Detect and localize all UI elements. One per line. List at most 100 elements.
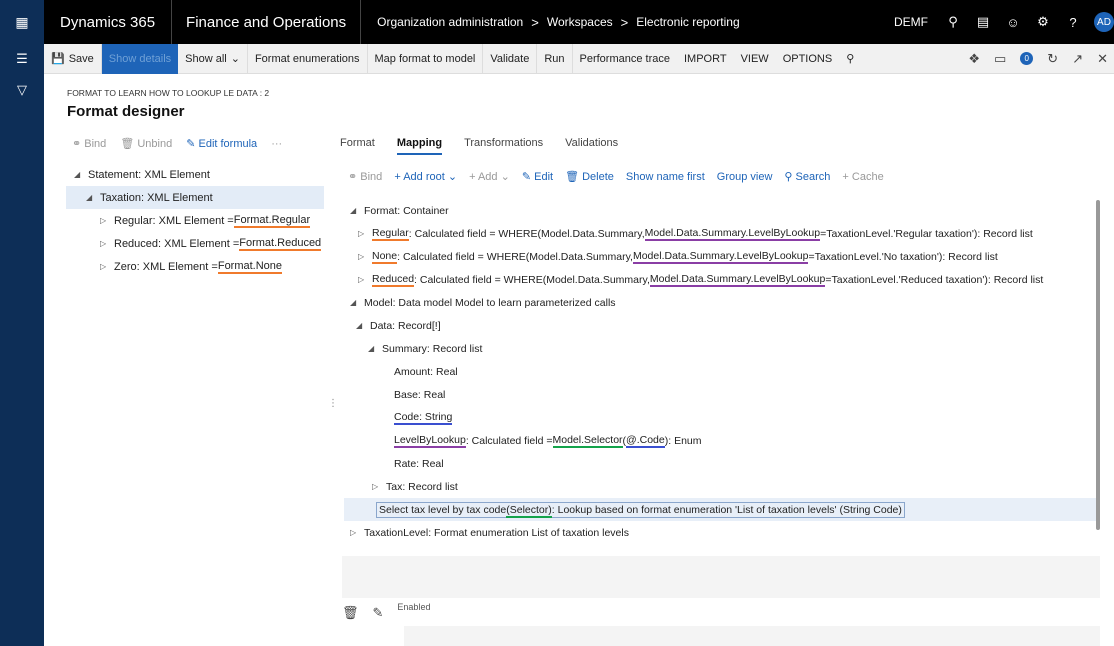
tree-node-rate[interactable]: Rate: Real <box>344 452 1100 475</box>
format-enumerations-button[interactable]: Format enumerations <box>248 43 368 74</box>
show-details-button[interactable]: Show details <box>101 43 179 74</box>
waffle-icon: ▦ <box>15 13 29 30</box>
refresh-icon[interactable]: ↻ <box>1047 51 1058 67</box>
expanded-triangle-icon[interactable]: ◢ <box>350 298 364 307</box>
popout-icon[interactable]: ↗ <box>1072 51 1083 67</box>
collapsed-triangle-icon[interactable]: ▷ <box>358 229 372 238</box>
expanded-triangle-icon[interactable]: ◢ <box>368 344 382 353</box>
breadcrumb-item[interactable]: Workspaces <box>547 15 613 29</box>
view-tab[interactable]: VIEW <box>734 44 776 74</box>
action-search-icon[interactable]: ⚲ <box>839 44 861 74</box>
save-button[interactable]: 💾 Save <box>44 43 102 74</box>
performance-trace-button[interactable]: Performance trace <box>573 44 677 74</box>
add-root-label: Add root <box>403 171 445 183</box>
cache-button[interactable]: + Cache <box>842 171 883 183</box>
collapsed-triangle-icon[interactable]: ▷ <box>100 216 114 225</box>
tree-node-label: =TaxationLevel.'Regular taxation'): Reco… <box>820 227 1033 240</box>
tree-node-taxationlevel[interactable]: ▷ TaxationLevel: Format enumeration List… <box>344 521 1100 544</box>
brand-title[interactable]: Dynamics 365 <box>44 0 173 44</box>
tree-node-tax[interactable]: ▷ Tax: Record list <box>344 475 1100 498</box>
add-root-button[interactable]: + Add root ⌄ <box>394 170 457 183</box>
collapsed-triangle-icon[interactable]: ▷ <box>350 528 364 537</box>
map-bind-button[interactable]: ⚭ Bind <box>348 170 382 183</box>
tree-node-statement[interactable]: ◢ Statement: XML Element <box>66 163 324 186</box>
collapsed-triangle-icon[interactable]: ▷ <box>358 275 372 284</box>
tree-node-label: : Lookup based on format enumeration 'Li… <box>551 503 902 516</box>
diamond-icon[interactable]: ❖ <box>968 51 980 67</box>
add-button[interactable]: + Add ⌄ <box>469 170 510 183</box>
bind-button[interactable]: ⚭ Bind <box>72 137 106 150</box>
tree-node-none-calc[interactable]: ▷ None: Calculated field = WHERE(Model.D… <box>344 245 1100 268</box>
tree-node-regular[interactable]: ▷ Regular: XML Element = Format.Regular <box>66 209 324 232</box>
delete-button[interactable]: 🗑 Delete <box>565 170 614 183</box>
tree-node-regular-calc[interactable]: ▷ Regular: Calculated field = WHERE(Mode… <box>344 222 1100 245</box>
options-tab[interactable]: OPTIONS <box>776 44 840 74</box>
close-icon[interactable]: ✕ <box>1097 51 1108 67</box>
breadcrumb-item[interactable]: Electronic reporting <box>636 15 739 29</box>
tab-transformations[interactable]: Transformations <box>464 137 543 155</box>
smiley-icon[interactable]: ☺ <box>998 15 1028 30</box>
app-title[interactable]: Finance and Operations <box>172 0 362 44</box>
trash-icon[interactable]: 🗑 <box>342 605 359 621</box>
tab-mapping[interactable]: Mapping <box>396 137 443 155</box>
app-launcher-button[interactable]: ▦ <box>0 0 44 44</box>
help-icon[interactable]: ? <box>1058 15 1088 30</box>
notification-badge[interactable]: 0 <box>1020 52 1034 65</box>
tree-node-data[interactable]: ◢ Data: Record[!] <box>344 314 1100 337</box>
tree-node-selector[interactable]: Select tax level by tax code(Selector): … <box>344 498 1100 521</box>
avatar[interactable]: AD <box>1094 12 1114 32</box>
office-icon[interactable]: ▭ <box>994 51 1006 67</box>
validate-button[interactable]: Validate <box>483 43 538 74</box>
tree-node-format[interactable]: ◢ Format: Container <box>344 199 1100 222</box>
tab-format[interactable]: Format <box>340 137 375 155</box>
tree-node-code[interactable]: Code: String <box>344 406 1100 429</box>
tree-node-label: Summary: Record list <box>382 342 483 355</box>
run-button[interactable]: Run <box>537 43 573 74</box>
unbind-button[interactable]: 🗑 Unbind <box>120 137 172 150</box>
tree-node-amount[interactable]: Amount: Real <box>344 360 1100 383</box>
chevron-down-icon: ⌄ <box>500 171 510 183</box>
edit-formula-button[interactable]: ✎ Edit formula <box>186 137 257 150</box>
pane-splitter[interactable]: ⋮ <box>328 398 338 409</box>
import-tab[interactable]: IMPORT <box>677 44 734 74</box>
save-label: Save <box>68 52 94 65</box>
tree-node-zero[interactable]: ▷ Zero: XML Element = Format.None <box>66 255 324 278</box>
vertical-scrollbar[interactable] <box>1096 200 1100 530</box>
collapsed-triangle-icon[interactable]: ▷ <box>100 262 114 271</box>
datasource-name: None <box>372 249 398 264</box>
more-button[interactable]: ··· <box>271 138 282 150</box>
pencil-icon[interactable]: ✎ <box>373 605 384 621</box>
tree-node-reduced-calc[interactable]: ▷ Reduced: Calculated field = WHERE(Mode… <box>344 268 1100 291</box>
expanded-triangle-icon[interactable]: ◢ <box>86 193 100 202</box>
save-icon: 💾 <box>51 53 65 65</box>
filter-icon[interactable]: ▽ <box>0 82 44 98</box>
search-button[interactable]: ⚲ Search <box>784 170 830 183</box>
tree-node-model[interactable]: ◢ Model: Data model Model to learn param… <box>344 291 1100 314</box>
tab-validations[interactable]: Validations <box>565 137 618 155</box>
company-picker[interactable]: DEMF <box>884 15 938 29</box>
binding-path: Format.None <box>217 259 283 274</box>
tree-node-summary[interactable]: ◢ Summary: Record list <box>344 337 1100 360</box>
chat-icon[interactable]: ▤ <box>968 14 998 30</box>
edit-button[interactable]: ✎ Edit <box>522 170 553 183</box>
gear-icon[interactable]: ⚙ <box>1028 14 1058 30</box>
expanded-triangle-icon[interactable]: ◢ <box>356 321 370 330</box>
tree-node-reduced[interactable]: ▷ Reduced: XML Element = Format.Reduced <box>66 232 324 255</box>
expanded-triangle-icon[interactable]: ◢ <box>350 206 364 215</box>
collapsed-triangle-icon[interactable]: ▷ <box>372 482 386 491</box>
search-icon[interactable]: ⚲ <box>938 14 968 30</box>
enabled-field[interactable] <box>404 626 1100 646</box>
map-format-to-model-button[interactable]: Map format to model <box>368 43 484 74</box>
breadcrumb-item[interactable]: Organization administration <box>377 15 523 29</box>
hamburger-icon[interactable]: ☰ <box>0 44 44 74</box>
tree-node-levelbylookup[interactable]: LevelByLookup: Calculated field = Model.… <box>344 429 1100 452</box>
group-view-button[interactable]: Group view <box>717 171 773 183</box>
tree-node-label: ): Enum <box>664 434 702 447</box>
collapsed-triangle-icon[interactable]: ▷ <box>358 252 372 261</box>
tree-node-taxation[interactable]: ◢ Taxation: XML Element <box>66 186 324 209</box>
collapsed-triangle-icon[interactable]: ▷ <box>100 239 114 248</box>
show-name-first-button[interactable]: Show name first <box>626 171 705 183</box>
tree-node-base[interactable]: Base: Real <box>344 383 1100 406</box>
show-all-button[interactable]: Show all ⌄ <box>178 43 248 74</box>
expanded-triangle-icon[interactable]: ◢ <box>74 170 88 179</box>
